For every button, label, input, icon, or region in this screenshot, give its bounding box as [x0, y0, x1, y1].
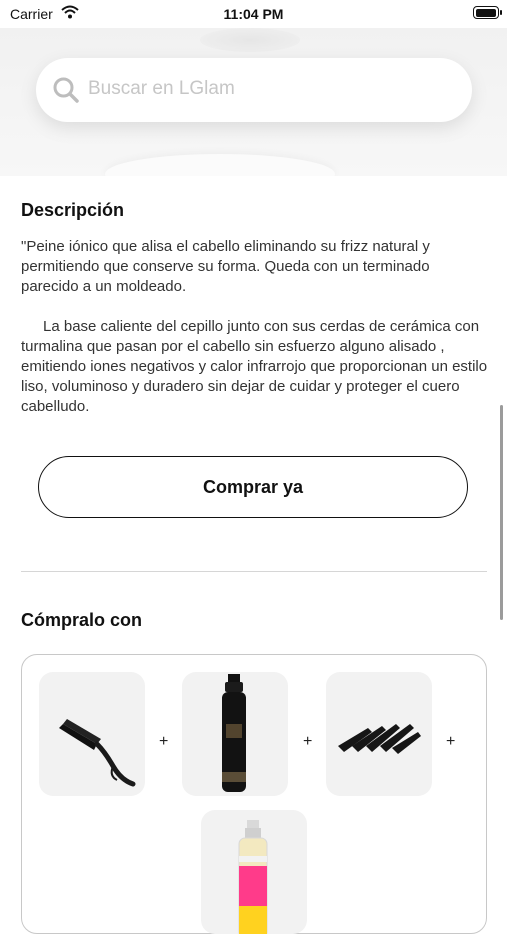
- product-thumbnail[interactable]: [39, 672, 145, 796]
- description-title: Descripción: [21, 200, 125, 220]
- divider: [21, 571, 487, 572]
- description-paragraph: La base caliente del cepillo junto con s…: [21, 318, 488, 415]
- product-thumbnail[interactable]: [201, 810, 307, 934]
- search-input[interactable]: Buscar en LGlam: [36, 58, 472, 122]
- bundle-card: + + +: [21, 654, 487, 934]
- hair-straightening-brush-icon: [59, 719, 136, 787]
- status-bar: Carrier 11:04 PM: [0, 0, 507, 28]
- description-text: "Peine iónico que alisa el cabello elimi…: [21, 237, 491, 417]
- battery-icon: [473, 6, 502, 19]
- buy-now-button[interactable]: Comprar ya: [38, 456, 468, 518]
- hair-serum-bottle-icon: [222, 674, 246, 792]
- search-placeholder: Buscar en LGlam: [88, 78, 235, 99]
- spray-bottle-icon: [238, 820, 268, 934]
- clock: 11:04 PM: [223, 6, 284, 22]
- product-thumbnail[interactable]: [326, 672, 432, 796]
- hair-clips-icon: [338, 724, 421, 754]
- bundle-title: Cómpralo con: [21, 610, 143, 630]
- scrollbar[interactable]: [500, 405, 503, 620]
- search-icon: [52, 76, 80, 109]
- plus-sign: +: [303, 733, 313, 750]
- description-paragraph: "Peine iónico que alisa el cabello elimi…: [21, 238, 430, 295]
- plus-sign: +: [159, 733, 169, 750]
- product-thumbnail[interactable]: [182, 672, 288, 796]
- plus-sign: +: [446, 733, 456, 750]
